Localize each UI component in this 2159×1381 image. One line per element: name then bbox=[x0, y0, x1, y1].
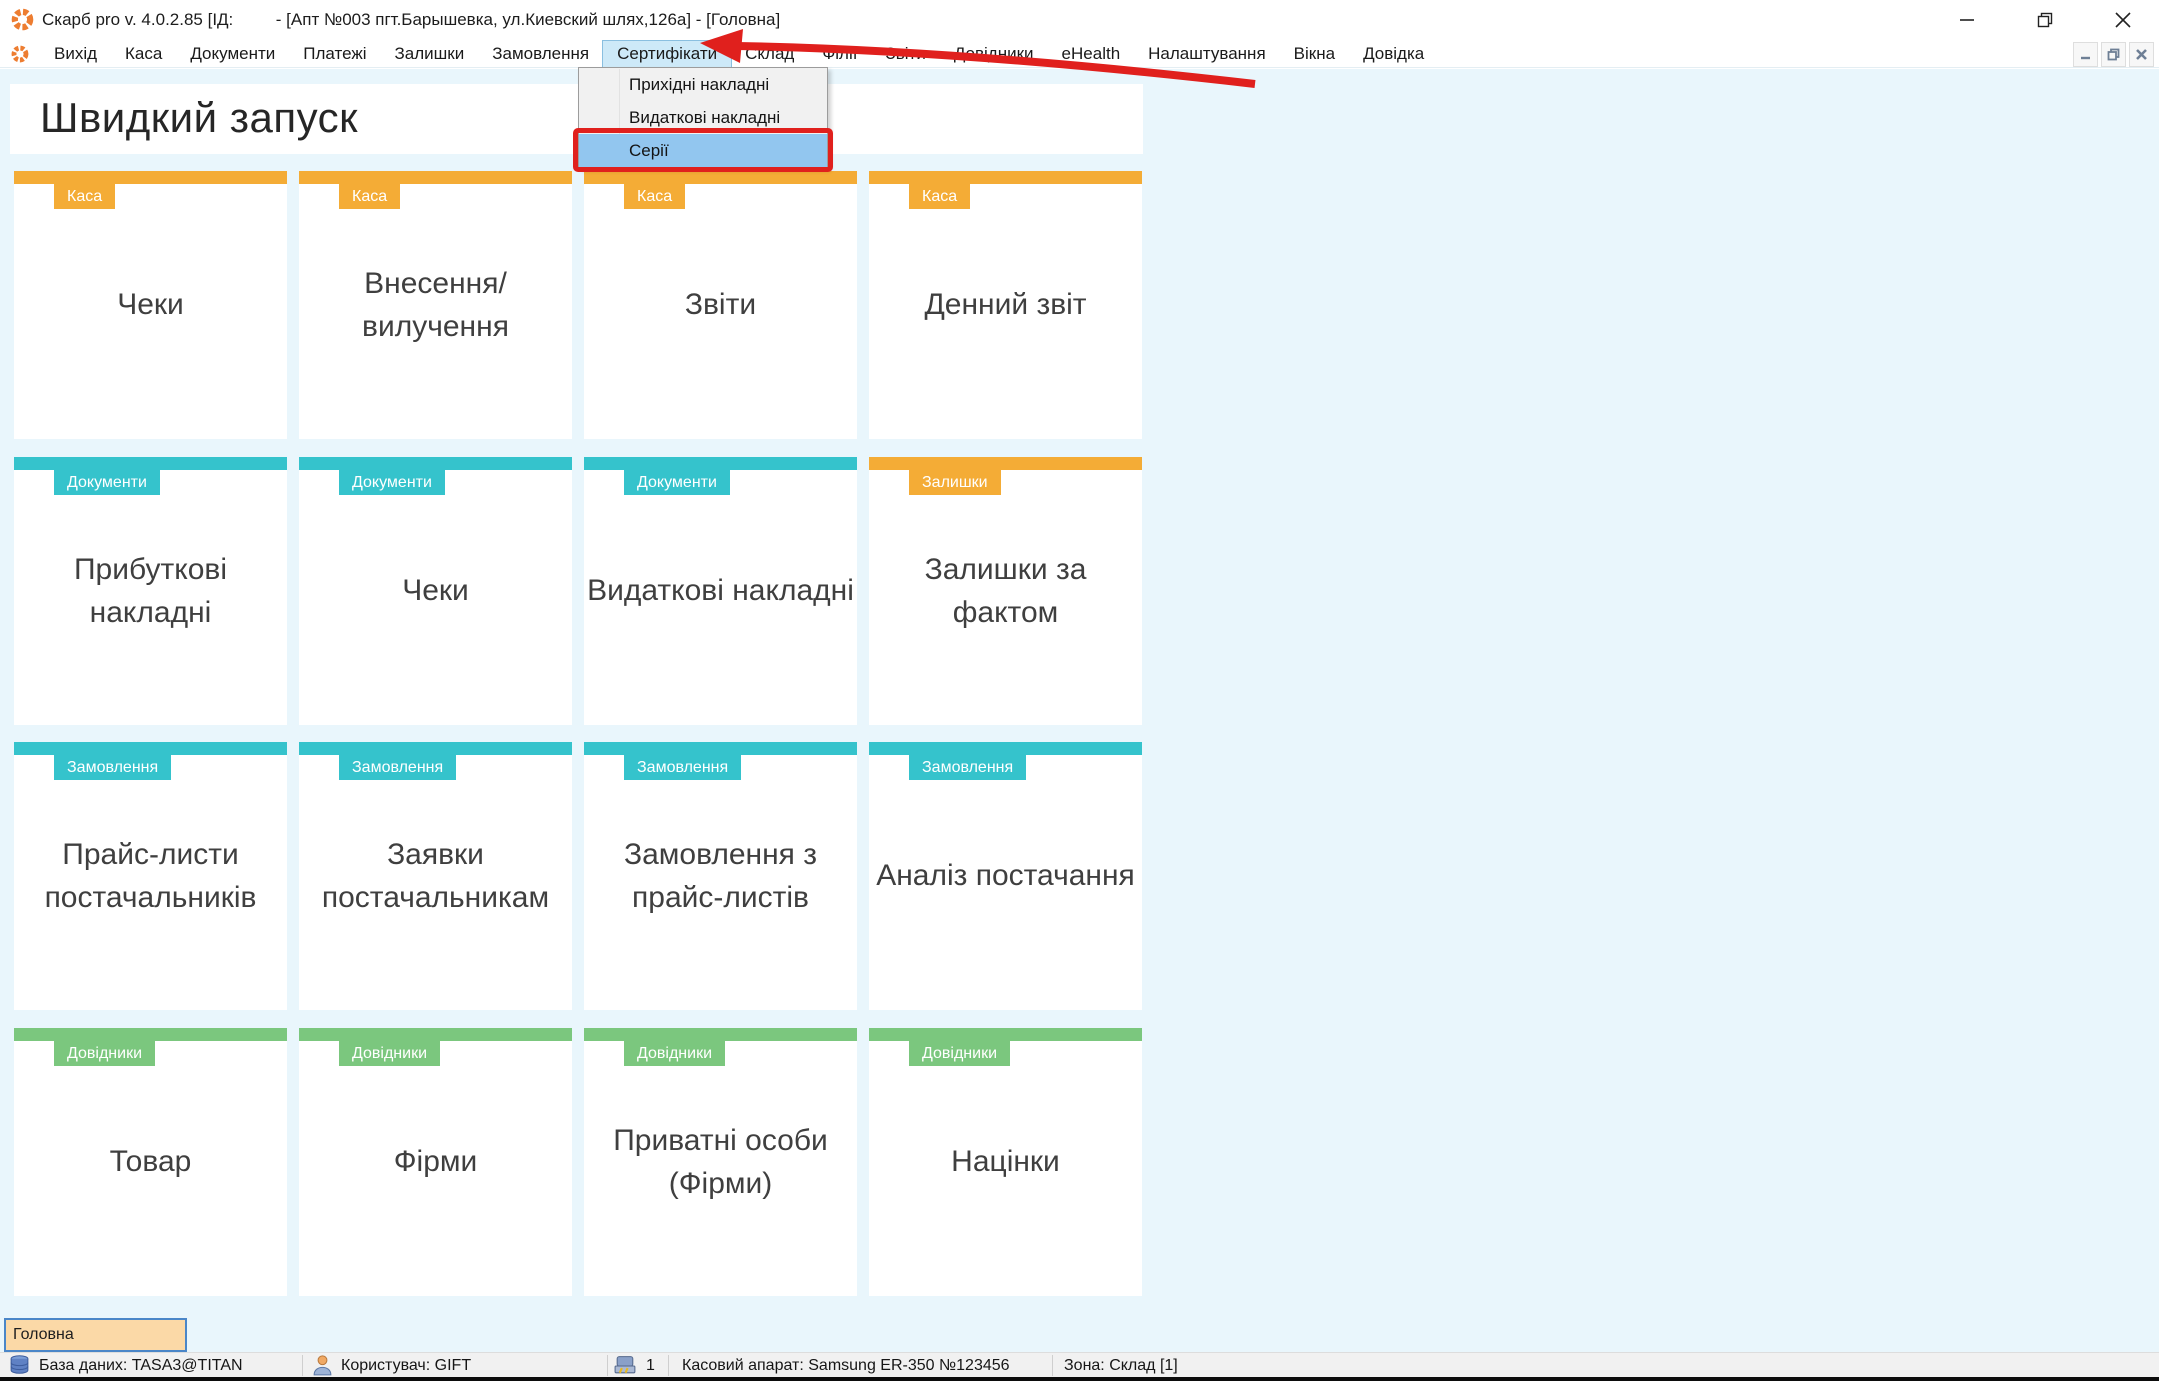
status-text: 1 bbox=[646, 1357, 655, 1375]
quick-launch-tile[interactable]: ЗамовленняАналіз постачання bbox=[869, 742, 1142, 1010]
tab-holovna[interactable]: Головна bbox=[4, 1318, 187, 1352]
quick-launch-tile[interactable]: ДовідникиФірми bbox=[299, 1028, 572, 1296]
status-text: Касовий апарат: Samsung ER-350 №123456 bbox=[682, 1357, 1010, 1375]
window-title: Скарб pro v. 4.0.2.85 [ІД: - [Апт №003 п… bbox=[42, 10, 780, 30]
quick-launch-tile[interactable]: ЗалишкиЗалишки за фактом bbox=[869, 457, 1142, 725]
quick-launch-tile[interactable]: ЗамовленняЗаявки постачальникам bbox=[299, 742, 572, 1010]
tile-title: Приватні особи (Фірми) bbox=[584, 1028, 857, 1296]
menubar-item-15[interactable]: Довідка bbox=[1349, 41, 1438, 67]
database-icon bbox=[8, 1354, 31, 1377]
menubar-item-6[interactable]: Замовлення bbox=[478, 41, 603, 67]
menubar: ВихідКасаДокументиПлатежіЗалишкиЗамовлен… bbox=[0, 40, 2159, 68]
tile-title: Націнки bbox=[869, 1028, 1142, 1296]
dropdown-item-2[interactable]: Видаткові накладні bbox=[579, 101, 827, 134]
quick-launch-header-panel: Швидкий запуск bbox=[10, 84, 1143, 154]
tile-title: Заявки постачальникам bbox=[299, 742, 572, 1010]
statusbar-separator bbox=[1052, 1355, 1053, 1376]
tile-title: Аналіз постачання bbox=[869, 742, 1142, 1010]
close-button[interactable] bbox=[2103, 0, 2143, 40]
menubar-item-5[interactable]: Залишки bbox=[381, 41, 479, 67]
minimize-icon bbox=[1958, 11, 1976, 29]
tile-title: Внесення/вилучення bbox=[299, 171, 572, 439]
menubar-item-3[interactable]: Документи bbox=[176, 41, 289, 67]
certificates-dropdown-menu: Прихідні накладніВидаткові накладніСерії bbox=[578, 67, 828, 168]
status-segment-2: Користувач: GIFT bbox=[312, 1353, 471, 1378]
status-segment-3: 1 bbox=[613, 1353, 655, 1378]
restore-icon bbox=[2036, 11, 2054, 29]
menubar-item-7[interactable]: Сертифікати bbox=[603, 41, 731, 67]
dropdown-item-3[interactable]: Серії bbox=[579, 134, 827, 167]
menubar-item-11[interactable]: Довідники bbox=[940, 41, 1048, 67]
status-text: Користувач: GIFT bbox=[341, 1357, 471, 1375]
menubar-item-14[interactable]: Вікна bbox=[1280, 41, 1349, 67]
menubar-items: ВихідКасаДокументиПлатежіЗалишкиЗамовлен… bbox=[40, 40, 1438, 68]
status-text: Зона: Склад [1] bbox=[1064, 1357, 1178, 1375]
tile-title: Товар bbox=[14, 1028, 287, 1296]
tile-title: Прибуткові накладні bbox=[14, 457, 287, 725]
restore-button[interactable] bbox=[2025, 0, 2065, 40]
close-icon bbox=[2114, 11, 2132, 29]
quick-launch-tile[interactable]: ДокументиВидаткові накладні bbox=[584, 457, 857, 725]
status-segment-4: Касовий апарат: Samsung ER-350 №123456 bbox=[682, 1353, 1010, 1378]
tile-title: Залишки за фактом bbox=[869, 457, 1142, 725]
quick-launch-tile[interactable]: ДокументиЧеки bbox=[299, 457, 572, 725]
mdi-workspace: Швидкий запуск КасаЧекиКасаВнесення/вилу… bbox=[0, 69, 2159, 1381]
status-segment-5: Зона: Склад [1] bbox=[1064, 1353, 1178, 1378]
quick-launch-tile[interactable]: КасаВнесення/вилучення bbox=[299, 171, 572, 439]
mdi-close-button[interactable] bbox=[2129, 42, 2154, 67]
tile-title: Звіти bbox=[584, 171, 857, 439]
menubar-item-8[interactable]: Склад bbox=[731, 41, 808, 67]
app-logo-icon-small bbox=[11, 45, 29, 63]
quick-launch-tile[interactable]: ЗамовленняПрайс-листи постачальників bbox=[14, 742, 287, 1010]
tile-title: Видаткові накладні bbox=[584, 457, 857, 725]
menubar-item-4[interactable]: Платежі bbox=[289, 41, 380, 67]
mdi-minimize-button[interactable] bbox=[2073, 42, 2098, 67]
menubar-item-12[interactable]: eHealth bbox=[1048, 41, 1135, 67]
quick-launch-tile[interactable]: ДовідникиНацінки bbox=[869, 1028, 1142, 1296]
minimize-button[interactable] bbox=[1947, 0, 1987, 40]
bottom-black-strip bbox=[0, 1377, 2159, 1381]
statusbar-separator bbox=[668, 1355, 669, 1376]
mdi-restore-button[interactable] bbox=[2101, 42, 2126, 67]
tile-title: Прайс-листи постачальників bbox=[14, 742, 287, 1010]
window-titlebar: Скарб pro v. 4.0.2.85 [ІД: - [Апт №003 п… bbox=[0, 0, 2159, 40]
statusbar: База даних: TASA3@TITAN Користувач: GIFT… bbox=[0, 1352, 2159, 1377]
statusbar-separator bbox=[607, 1355, 608, 1376]
quick-launch-tile[interactable]: КасаЗвіти bbox=[584, 171, 857, 439]
page-title: Швидкий запуск bbox=[40, 94, 358, 142]
mdi-close-icon bbox=[2135, 48, 2148, 61]
quick-launch-tile[interactable]: ДокументиПрибуткові накладні bbox=[14, 457, 287, 725]
menubar-item-1[interactable]: Вихід bbox=[40, 41, 111, 67]
tile-title: Чеки bbox=[14, 171, 287, 439]
quick-launch-tile[interactable]: КасаДенний звіт bbox=[869, 171, 1142, 439]
tile-title: Замовлення з прайс-листів bbox=[584, 742, 857, 1010]
mdi-window-controls bbox=[2073, 42, 2154, 67]
user-icon bbox=[312, 1354, 333, 1377]
dropdown-item-1[interactable]: Прихідні накладні bbox=[579, 68, 827, 101]
status-segment-1: База даних: TASA3@TITAN bbox=[8, 1353, 243, 1378]
menubar-item-13[interactable]: Налаштування bbox=[1134, 41, 1280, 67]
tile-title: Чеки bbox=[299, 457, 572, 725]
quick-launch-tile[interactable]: ДовідникиПриватні особи (Фірми) bbox=[584, 1028, 857, 1296]
mdi-minimize-icon bbox=[2079, 48, 2092, 61]
quick-launch-tile[interactable]: ЗамовленняЗамовлення з прайс-листів bbox=[584, 742, 857, 1010]
mdi-restore-icon bbox=[2107, 48, 2120, 61]
menubar-item-10[interactable]: Звіти bbox=[871, 41, 939, 67]
menubar-item-9[interactable]: Філії bbox=[808, 41, 871, 67]
tile-title: Денний звіт bbox=[869, 171, 1142, 439]
menubar-item-2[interactable]: Каса bbox=[111, 41, 176, 67]
quick-launch-tile[interactable]: ДовідникиТовар bbox=[14, 1028, 287, 1296]
quick-launch-tile[interactable]: КасаЧеки bbox=[14, 171, 287, 439]
cash-register-icon bbox=[613, 1354, 638, 1377]
window-controls bbox=[1947, 0, 2143, 40]
app-logo-icon bbox=[11, 8, 34, 31]
status-text: База даних: TASA3@TITAN bbox=[39, 1357, 243, 1375]
tile-title: Фірми bbox=[299, 1028, 572, 1296]
statusbar-separator bbox=[302, 1355, 303, 1376]
